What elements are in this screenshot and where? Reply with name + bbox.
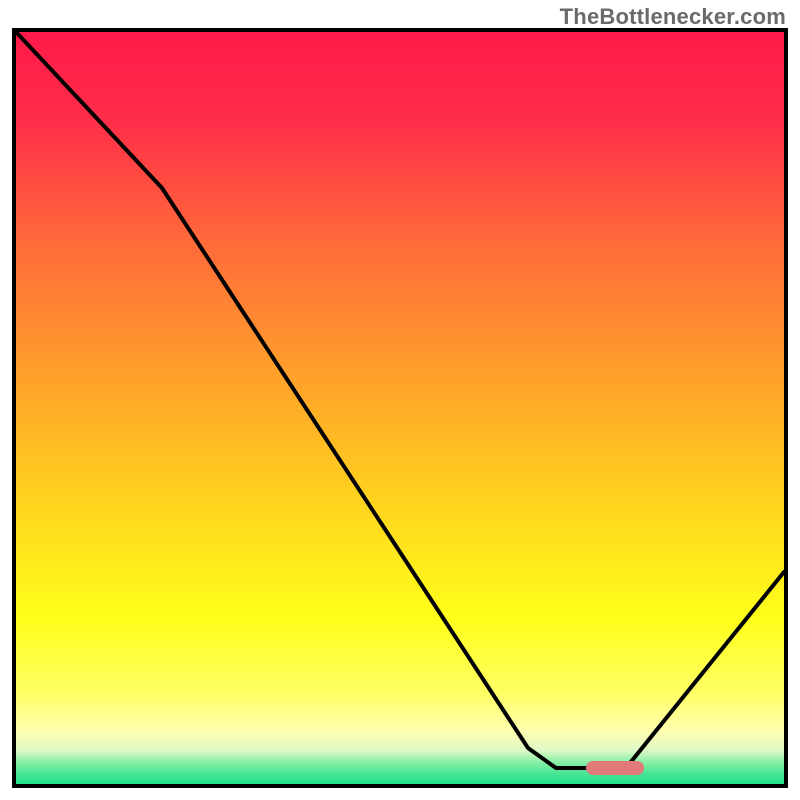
- plot-area: [16, 32, 784, 784]
- optimum-marker: [586, 761, 644, 775]
- curve-line: [16, 32, 784, 768]
- attribution-text: TheBottlenecker.com: [560, 4, 786, 30]
- chart-border: [12, 28, 788, 788]
- chart-line-layer: [16, 32, 784, 784]
